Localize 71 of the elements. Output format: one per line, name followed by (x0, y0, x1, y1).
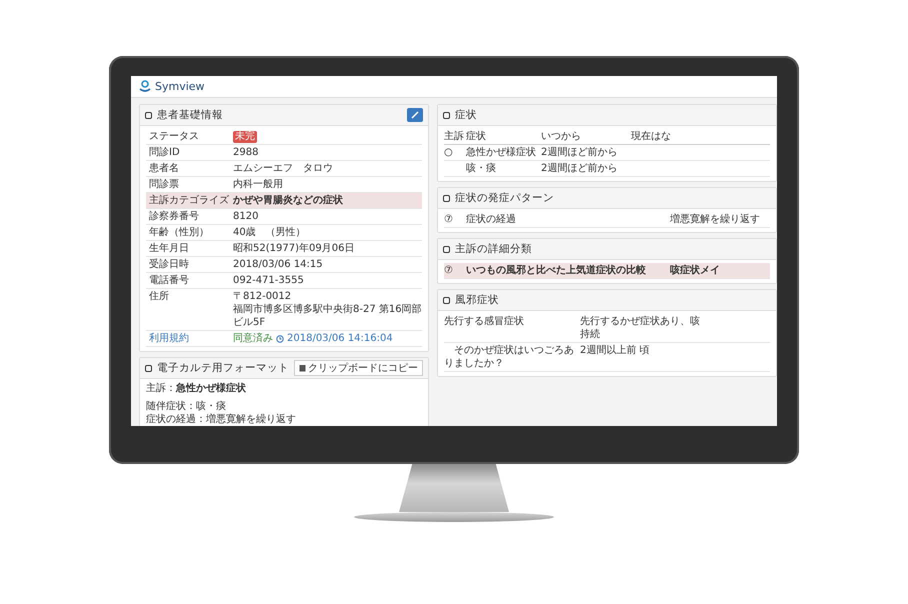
field-label: 問診票 (148, 178, 180, 191)
field-label: 患者名 (148, 162, 180, 175)
collapse-icon[interactable] (443, 194, 450, 202)
collapse-icon[interactable] (443, 112, 450, 118)
column-header: いつから (541, 130, 582, 143)
table-cell-text: いつもの風邪と比べた上気道症状の比較 (466, 264, 647, 277)
table-cell-text: 咳・痰 (466, 162, 497, 175)
panel-title: 症状の発症パターン (455, 191, 555, 205)
panel-title: 主訴の詳細分類 (455, 242, 533, 256)
status-badge: 未完 (233, 130, 257, 142)
table-cell-text: ○ (444, 146, 454, 159)
table-cell-text: 先行する感冒症状 (444, 315, 525, 329)
panel-title: 症状 (455, 108, 478, 122)
table-cell-text: 症状の経過 (466, 213, 517, 226)
consent-timestamp: 2018/03/06 14:16:04 (287, 332, 393, 345)
field-label: 診察券番号 (148, 210, 200, 223)
collapse-icon[interactable] (145, 112, 152, 118)
karte-label: 主訴： (146, 383, 176, 394)
karte-value: 急性かぜ様症状 (176, 383, 246, 394)
field-label: 生年月日 (148, 242, 190, 255)
panel-title: 電子カルテ用フォーマット (157, 361, 289, 375)
address-text: 福岡市博多区博多駅中央街8-27 第16岡部ビル5F (233, 303, 422, 329)
field-label: 問診ID (148, 146, 181, 159)
field-value: 昭和52(1977)年09月06日 (233, 242, 354, 255)
postal-code: 〒812-0012 (233, 290, 292, 303)
logo-icon (139, 80, 151, 93)
brand-name: Symview (155, 80, 205, 93)
table-cell-text: 増悪寛解を繰り返す (670, 213, 761, 226)
consent-status: 同意済み (233, 332, 273, 345)
field-value: 内科一般用 (233, 178, 283, 191)
collapse-icon[interactable] (443, 246, 450, 252)
table-cell-text: 急性かぜ様症状 (466, 146, 537, 159)
table-cell-text: そのかぜ症状はいつごろありましたか？ (444, 344, 575, 370)
field-label: 住所 (148, 290, 170, 304)
item-mark: ⑦ (444, 213, 454, 226)
item-mark: ⑦ (444, 264, 454, 277)
field-label: ステータス (148, 130, 200, 143)
edit-button[interactable] (407, 108, 423, 122)
field-value: 2988 (233, 146, 258, 159)
copy-button[interactable]: クリップボードにコピー (294, 360, 423, 376)
clock-icon (276, 334, 284, 342)
table-cell: 2週間以上前 頃 (580, 344, 650, 357)
field-value: 8120 (233, 210, 258, 223)
field-label: 年齢（性別） (148, 226, 210, 239)
table-cell-text: 2週間ほど前から (541, 162, 618, 175)
column-header: 現在はな (631, 130, 672, 143)
table-cell: 先行するかぜ症状あり、咳 (580, 315, 700, 328)
field-label: 受診日時 (148, 258, 190, 271)
field-value: 2018/03/06 14:15 (233, 258, 323, 271)
collapse-icon[interactable] (443, 296, 450, 304)
field-label: 電話番号 (148, 274, 190, 287)
table-cell-text: 咳症状メイ (670, 264, 721, 277)
clipboard-icon (299, 364, 306, 372)
karte-value: 増悪寛解を繰り返す (206, 414, 296, 425)
terms-link[interactable]: 利用規約 (146, 332, 233, 345)
field-value: 092-471-3555 (233, 274, 304, 287)
field-value: かぜや胃腸炎などの症状 (233, 194, 343, 207)
table-cell-text: 2週間ほど前から (541, 146, 618, 159)
field-value: 40歳 （男性） (233, 226, 306, 239)
field-value: エムシーエフ タロウ (233, 162, 333, 175)
panel-title: 風邪症状 (455, 293, 500, 307)
panel-title: 患者基礎情報 (157, 108, 224, 122)
field-label: 主訴カテゴライズ (148, 194, 230, 207)
table-cell-text: 持続 (580, 328, 601, 341)
karte-label: 随伴症状： (146, 401, 196, 412)
karte-value: 咳・痰 (196, 401, 226, 412)
collapse-icon[interactable] (145, 364, 152, 372)
column-header: 症状 (466, 130, 487, 143)
pencil-icon (411, 111, 419, 119)
column-header: 主訴 (444, 130, 465, 143)
karte-label: 症状の経過： (146, 414, 206, 425)
